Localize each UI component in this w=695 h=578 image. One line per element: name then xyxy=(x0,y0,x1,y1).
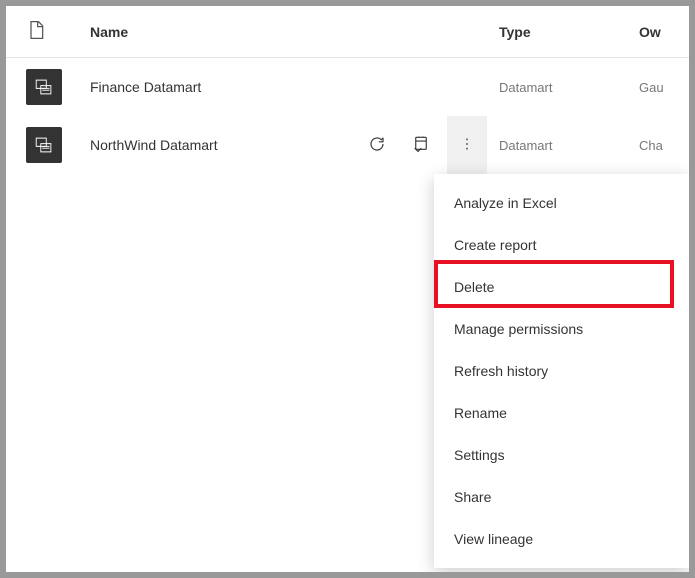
menu-delete[interactable]: Delete xyxy=(434,266,689,308)
menu-analyze-excel[interactable]: Analyze in Excel xyxy=(434,182,689,224)
menu-share[interactable]: Share xyxy=(434,476,689,518)
datamart-icon xyxy=(26,69,62,105)
header-type[interactable]: Type xyxy=(499,24,639,40)
refresh-button[interactable] xyxy=(359,127,395,163)
item-type: Datamart xyxy=(499,138,639,153)
item-type: Datamart xyxy=(499,80,639,95)
refresh-icon xyxy=(368,135,386,156)
item-icon-col xyxy=(26,69,90,105)
menu-manage-permissions[interactable]: Manage permissions xyxy=(434,308,689,350)
table-row[interactable]: Finance Datamart Datamart Gau xyxy=(6,58,689,116)
column-header-row: Name Type Ow xyxy=(6,6,689,58)
schedule-button[interactable] xyxy=(403,127,439,163)
menu-create-report[interactable]: Create report xyxy=(434,224,689,266)
menu-view-lineage[interactable]: View lineage xyxy=(434,518,689,560)
menu-rename[interactable]: Rename xyxy=(434,392,689,434)
schedule-icon xyxy=(412,135,430,156)
table-row[interactable]: NorthWind Datamart Datamart Cha xyxy=(6,116,689,174)
menu-refresh-history[interactable]: Refresh history xyxy=(434,350,689,392)
item-name[interactable]: NorthWind Datamart xyxy=(90,137,359,153)
content-list: Name Type Ow Finance Datamart Datamart G… xyxy=(6,6,689,572)
item-name[interactable]: Finance Datamart xyxy=(90,79,359,95)
item-owner: Gau xyxy=(639,80,689,95)
header-name[interactable]: Name xyxy=(90,24,359,40)
row-actions xyxy=(359,116,499,174)
context-menu: Analyze in Excel Create report Delete Ma… xyxy=(434,174,689,568)
header-owner[interactable]: Ow xyxy=(639,24,689,40)
more-vertical-icon xyxy=(459,136,475,155)
item-owner: Cha xyxy=(639,138,689,153)
datamart-icon xyxy=(26,127,62,163)
header-icon-col xyxy=(26,20,90,43)
menu-settings[interactable]: Settings xyxy=(434,434,689,476)
more-options-button[interactable] xyxy=(447,116,487,174)
item-icon-col xyxy=(26,127,90,163)
file-icon xyxy=(26,20,46,43)
